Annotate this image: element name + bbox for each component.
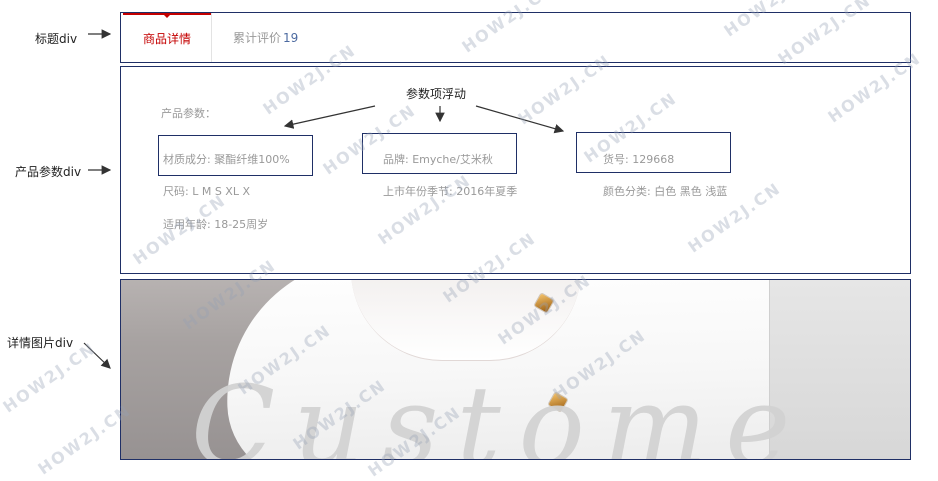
tab-product-details[interactable]: 商品详情 bbox=[123, 13, 211, 62]
params-div: 产品参数： 材质成分: 聚酯纤维100% 品牌: Emyche/艾米秋 货号: … bbox=[120, 66, 911, 274]
tab-reviews[interactable]: 累计评价 19 bbox=[233, 13, 298, 62]
param-item-outline-1 bbox=[158, 135, 313, 176]
params-div-label: 产品参数div bbox=[15, 165, 82, 179]
detail-image-div: Custome bbox=[120, 279, 911, 460]
title-div-label: 标题div bbox=[35, 32, 78, 46]
tab-reviews-label: 累计评价 bbox=[233, 31, 282, 45]
float-items-annotation: 参数项浮动 bbox=[406, 87, 467, 101]
tab-separator bbox=[211, 13, 212, 62]
detail-image-div-label: 详情图片div bbox=[7, 336, 74, 350]
param-release-season: 上市年份季节: 2016年夏季 bbox=[383, 185, 518, 198]
tab-reviews-count: 19 bbox=[283, 30, 299, 45]
tab-product-details-label: 商品详情 bbox=[142, 32, 191, 46]
param-size: 尺码: L M S XL X bbox=[163, 185, 250, 198]
param-age-range: 适用年龄: 18-25周岁 bbox=[163, 218, 269, 231]
param-item-outline-2 bbox=[362, 133, 517, 174]
title-div: 商品详情 累计评价 19 bbox=[120, 12, 911, 63]
params-heading: 产品参数： bbox=[161, 107, 216, 120]
param-item-outline-3 bbox=[576, 132, 731, 173]
param-color: 颜色分类: 白色 黑色 浅蓝 bbox=[603, 185, 728, 198]
photo-script-text: Custome bbox=[191, 362, 809, 460]
arrow-detail-image-div bbox=[83, 342, 111, 369]
